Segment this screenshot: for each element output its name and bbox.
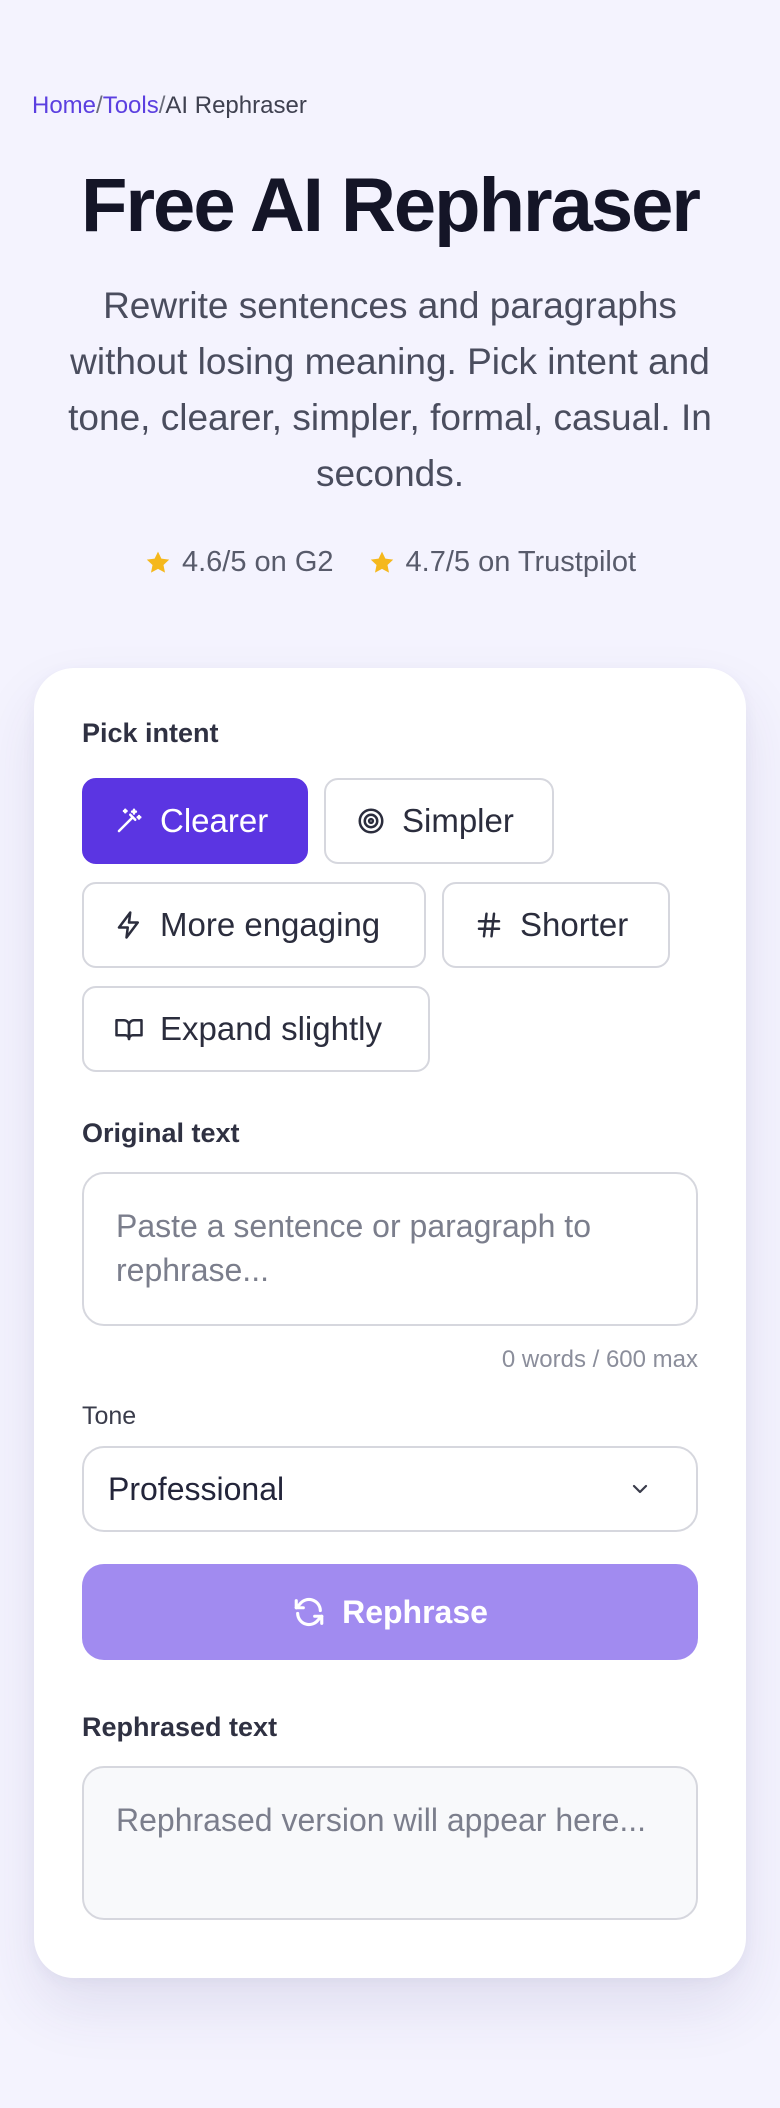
target-icon — [358, 808, 384, 834]
intent-option-expand-slightly[interactable]: Expand slightly — [82, 986, 430, 1072]
rephrased-text-output: Rephrased version will appear here... — [82, 1766, 698, 1920]
breadcrumb-tools-link[interactable]: Tools — [103, 92, 159, 119]
refresh-icon — [294, 1597, 324, 1627]
intent-option-label: Clearer — [160, 802, 269, 839]
book-open-icon — [115, 1019, 143, 1041]
intent-label: Pick intent — [82, 718, 219, 748]
intent-option-more-engaging[interactable]: More engaging — [82, 882, 426, 968]
tone-selected-value: Professional — [108, 1470, 285, 1507]
original-text-input[interactable]: Paste a sentence or paragraph to rephras… — [82, 1172, 698, 1326]
breadcrumb: Home/Tools/AI Rephraser — [32, 92, 307, 120]
intent-option-label: Simpler — [402, 802, 514, 839]
original-text-label: Original text — [82, 1118, 240, 1148]
lightning-icon — [117, 911, 139, 939]
rating-text: 4.6/5 on G2 — [181, 546, 334, 578]
rating-trustpilot: 4.7/5 on Trustpilot — [368, 546, 637, 579]
breadcrumb-home-link[interactable]: Home — [32, 92, 96, 119]
intent-option-label: More engaging — [160, 906, 381, 943]
intent-option-label: Shorter — [520, 906, 629, 943]
rephrased-text-label: Rephrased text — [82, 1712, 278, 1742]
breadcrumb-current: AI Rephraser — [165, 92, 307, 119]
magic-wand-icon — [117, 808, 142, 833]
rephrase-button-label: Rephrase — [342, 1593, 488, 1630]
hash-icon — [477, 912, 501, 938]
tone-select[interactable]: Professional — [82, 1446, 698, 1532]
page-subtitle: Rewrite sentences and paragraphs without… — [68, 285, 712, 494]
page-title: Free AI Rephraser — [81, 163, 701, 248]
intent-option-shorter[interactable]: Shorter — [442, 882, 670, 968]
rating-g2: 4.6/5 on G2 — [144, 546, 334, 579]
tone-label: Tone — [82, 1402, 137, 1430]
intent-option-simpler[interactable]: Simpler — [324, 778, 554, 864]
rating-text: 4.7/5 on Trustpilot — [405, 546, 637, 578]
star-icon — [146, 551, 170, 573]
intent-option-clearer[interactable]: Clearer — [82, 778, 308, 864]
rephraser-card: Pick intent Clearer Simpler More engagin… — [34, 668, 746, 1978]
ratings: 4.6/5 on G2 4.7/5 on Trustpilot — [0, 546, 780, 579]
chevron-down-icon — [632, 1484, 648, 1494]
rephrase-button[interactable]: Rephrase — [82, 1564, 698, 1660]
word-counter: 0 words / 600 max — [501, 1346, 698, 1373]
star-icon — [370, 551, 393, 573]
breadcrumb-separator: / — [96, 92, 103, 119]
intent-option-label: Expand slightly — [160, 1010, 382, 1047]
